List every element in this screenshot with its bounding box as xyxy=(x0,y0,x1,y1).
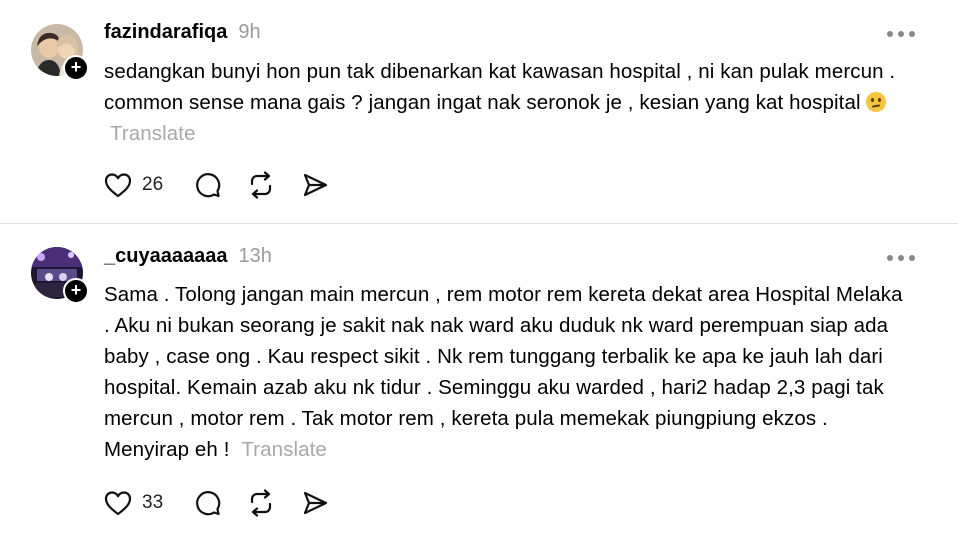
post-2: + _cuyaaaaaaa 13h Sama . Tolong jangan m… xyxy=(0,224,958,538)
more-icon[interactable] xyxy=(887,255,915,261)
translate-link[interactable]: Translate xyxy=(241,438,327,461)
repost-icon xyxy=(251,171,272,199)
follow-button[interactable]: + xyxy=(63,278,89,304)
post-text: sedangkan bunyi hon pun tak dibenarkan k… xyxy=(104,60,896,114)
send-icon xyxy=(304,491,328,515)
action-bar: 33 xyxy=(104,488,355,518)
action-bar: 26 xyxy=(104,170,355,200)
heart-icon xyxy=(104,173,132,198)
more-icon[interactable] xyxy=(887,31,915,37)
avatar-container[interactable]: + xyxy=(31,247,89,304)
post-text-container: Sama . Tolong jangan main mercun , rem m… xyxy=(104,279,914,465)
like-count: 33 xyxy=(142,492,164,513)
post-header: fazindarafiqa 9h xyxy=(104,21,261,47)
post-text-container: sedangkan bunyi hon pun tak dibenarkan k… xyxy=(104,56,924,149)
like-button[interactable]: 33 xyxy=(104,490,163,516)
comment-icon xyxy=(196,491,221,516)
username[interactable]: fazindarafiqa xyxy=(104,21,227,44)
comment-icon xyxy=(196,173,221,198)
send-icon xyxy=(304,173,328,197)
translate-link[interactable]: Translate xyxy=(110,122,196,145)
like-button[interactable]: 26 xyxy=(104,172,163,198)
reply-button[interactable] xyxy=(193,171,221,199)
post-1: + fazindarafiqa 9h sedangkan bunyi hon p… xyxy=(0,0,958,223)
confused-face-icon xyxy=(866,92,887,112)
repost-button[interactable] xyxy=(247,171,275,199)
repost-button[interactable] xyxy=(247,489,275,517)
post-text: Sama . Tolong jangan main mercun , rem m… xyxy=(104,283,903,461)
follow-button[interactable]: + xyxy=(63,55,89,81)
reply-button[interactable] xyxy=(193,489,221,517)
post-header: _cuyaaaaaaa 13h xyxy=(104,245,272,271)
heart-icon xyxy=(104,491,132,516)
like-count: 26 xyxy=(142,174,164,195)
repost-icon xyxy=(251,489,272,517)
share-button[interactable] xyxy=(301,489,329,517)
share-button[interactable] xyxy=(301,171,329,199)
timestamp[interactable]: 13h xyxy=(238,245,271,268)
username[interactable]: _cuyaaaaaaa xyxy=(104,245,227,268)
avatar-container[interactable]: + xyxy=(31,24,89,81)
timestamp[interactable]: 9h xyxy=(238,21,260,44)
